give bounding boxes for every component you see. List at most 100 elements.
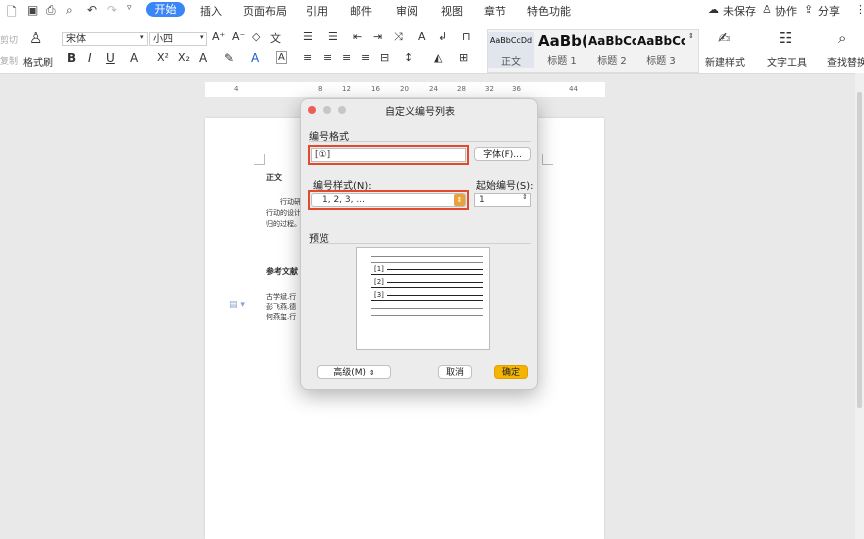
bullets-icon[interactable]: ☰: [303, 30, 313, 43]
cancel-button[interactable]: 取消: [438, 365, 472, 379]
underline-icon[interactable]: U: [106, 51, 115, 65]
font-name-select[interactable]: 宋体: [62, 32, 148, 46]
style-heading-1[interactable]: AaBb( 标题 1: [538, 32, 586, 68]
line-spacing-icon[interactable]: ↕: [404, 51, 413, 64]
font-color-icon[interactable]: A: [251, 51, 259, 65]
share-icon[interactable]: ⇪: [804, 3, 813, 16]
font-size-select[interactable]: 小四: [149, 32, 207, 46]
scrollbar-thumb[interactable]: [857, 92, 862, 408]
justify-icon[interactable]: ≡: [361, 51, 370, 64]
italic-icon[interactable]: I: [88, 51, 92, 65]
stepper-icon[interactable]: ⇕: [522, 193, 528, 201]
distribute-icon[interactable]: ⊟: [380, 51, 389, 64]
shrink-font-icon[interactable]: A⁻: [232, 30, 245, 43]
tab-special-features[interactable]: 特色功能: [527, 3, 571, 19]
char-border-icon[interactable]: A: [276, 51, 287, 64]
align-center-icon[interactable]: ≡: [323, 51, 332, 64]
tab-mail[interactable]: 邮件: [350, 3, 372, 19]
share-button[interactable]: 分享: [818, 3, 840, 19]
ruler-tick: 44: [569, 85, 578, 93]
style-normal[interactable]: AaBbCcDd 正文: [488, 32, 534, 68]
preview-line: [371, 308, 483, 309]
style-heading-3[interactable]: AaBbCc 标题 3: [637, 32, 685, 68]
style-scroll-icon[interactable]: ⇕: [688, 32, 694, 40]
phonetic-icon[interactable]: 文: [270, 30, 281, 46]
sort-icon[interactable]: ↲: [438, 30, 447, 43]
number-style-select[interactable]: 1, 2, 3, ...: [311, 193, 466, 207]
preview-line: [371, 287, 483, 288]
chevron-updown-icon: ⇕: [368, 369, 375, 377]
chinese-layout-icon[interactable]: ⤨: [394, 30, 403, 44]
cloud-icon[interactable]: ☁: [708, 3, 719, 16]
numbering-icon[interactable]: ☰: [328, 30, 338, 43]
bold-icon[interactable]: B: [67, 51, 76, 65]
ruler-tick: 24: [429, 85, 438, 93]
preview-line: [371, 300, 483, 301]
strikethrough-icon[interactable]: A: [130, 51, 138, 65]
more-icon[interactable]: ⋮: [855, 3, 864, 16]
align-right-icon[interactable]: ≡: [342, 51, 351, 64]
cut-button[interactable]: 剪切: [0, 33, 18, 46]
chevron-down-icon[interactable]: ▾: [140, 33, 144, 41]
search-icon[interactable]: ⌕: [838, 29, 846, 47]
tab-insert[interactable]: 插入: [200, 3, 222, 19]
find-replace-button[interactable]: 查找替换: [827, 54, 864, 69]
tab-page-layout[interactable]: 页面布局: [243, 3, 287, 19]
table-line-icon[interactable]: ⊓: [462, 30, 471, 43]
tab-view[interactable]: 视图: [441, 3, 463, 19]
preview-number: [2]: [374, 278, 384, 286]
increase-indent-icon[interactable]: ⇥: [373, 30, 382, 43]
tab-home[interactable]: 开始: [146, 2, 185, 17]
shading-icon[interactable]: ◭: [434, 51, 442, 64]
number-format-input[interactable]: [①]: [311, 148, 466, 162]
align-left-icon[interactable]: ≡: [303, 51, 312, 64]
divider: [309, 141, 531, 142]
print-preview-icon[interactable]: ⌕: [66, 3, 73, 18]
preview-number: [3]: [374, 291, 384, 299]
tab-review[interactable]: 审阅: [396, 3, 418, 19]
preview-line: [387, 295, 483, 296]
format-painter-button[interactable]: 格式刷: [23, 54, 53, 69]
text-tools-button[interactable]: 文字工具: [767, 54, 807, 69]
advanced-button[interactable]: 高级(M) ⇕: [317, 365, 391, 379]
paragraph-handle-icon[interactable]: ▤ ▾: [229, 300, 245, 310]
chevron-updown-icon[interactable]: ⇕: [454, 194, 465, 206]
format-painter-icon[interactable]: ♙: [29, 29, 42, 47]
unsaved-status[interactable]: 未保存: [723, 3, 756, 19]
copy-button[interactable]: 复制: [0, 54, 18, 67]
style-heading-2[interactable]: AaBbCc 标题 2: [588, 32, 636, 68]
grow-font-icon[interactable]: A⁺: [212, 30, 225, 43]
new-style-icon[interactable]: ✍: [718, 29, 731, 47]
style-sample: AaBbCc: [637, 34, 685, 48]
decrease-indent-icon[interactable]: ⇤: [353, 30, 362, 43]
margin-corner: [254, 154, 265, 165]
ruler-tick: 28: [457, 85, 466, 93]
margin-corner: [542, 154, 553, 165]
undo-icon[interactable]: ↶: [87, 3, 97, 17]
subscript-icon[interactable]: X₂: [178, 51, 190, 64]
divider: [309, 243, 531, 244]
collab-button[interactable]: 协作: [775, 3, 797, 19]
preview-line: [371, 315, 483, 316]
new-style-button[interactable]: 新建样式: [705, 54, 745, 69]
tab-references[interactable]: 引用: [306, 3, 328, 19]
font-button[interactable]: 字体(F)...: [474, 147, 531, 161]
horizontal-ruler[interactable]: 4 8 12 16 20 24 28 32 36 44: [205, 82, 605, 97]
text-tools-icon[interactable]: ☷: [779, 29, 792, 47]
user-icon[interactable]: ♙: [762, 3, 772, 16]
superscript-icon[interactable]: X²: [157, 51, 169, 64]
clear-format-icon[interactable]: ◇: [252, 30, 260, 43]
text-effect-icon[interactable]: A: [199, 51, 207, 65]
redo-icon[interactable]: ↷: [107, 3, 117, 17]
highlight-icon[interactable]: ✎: [224, 51, 234, 65]
tab-chapter[interactable]: 章节: [484, 3, 506, 19]
ok-button[interactable]: 确定: [494, 365, 528, 379]
show-marks-icon[interactable]: A: [418, 30, 426, 43]
chevron-down-icon[interactable]: ▾: [200, 33, 204, 41]
border-icon[interactable]: ⊞: [459, 51, 468, 64]
quick-access-dropdown-icon[interactable]: ▿: [127, 3, 132, 13]
ruler-tick: 16: [371, 85, 380, 93]
style-label: 标题 1: [547, 56, 577, 67]
print-icon[interactable]: ⎙: [46, 3, 56, 18]
save-icon[interactable]: ▣: [27, 3, 38, 17]
